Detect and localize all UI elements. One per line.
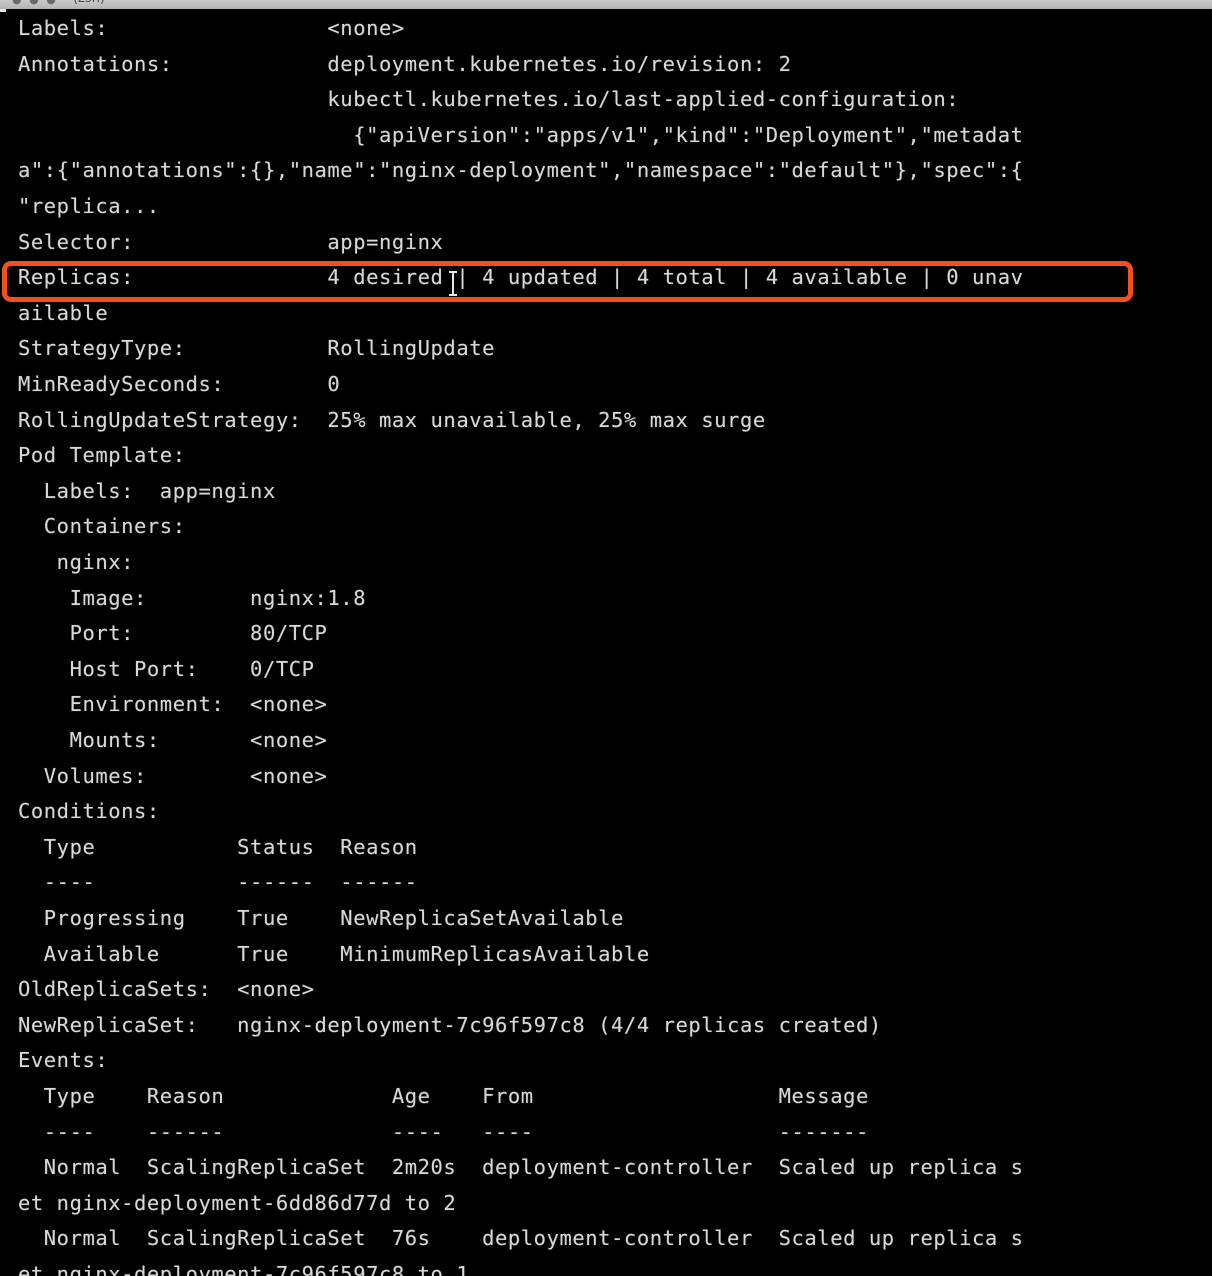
terminal-line: et nginx-deployment-7c96f597c8 to 1 [18, 1262, 470, 1276]
terminal-line: Type Reason Age From Message [18, 1084, 869, 1108]
terminal-line: Labels: <none> [18, 16, 405, 40]
terminal-line: NewReplicaSet: nginx-deployment-7c96f597… [18, 1012, 882, 1037]
terminal-line: {"apiVersion":"apps/v1","kind":"Deployme… [18, 122, 1024, 147]
terminal-line: Image: nginx:1.8 [18, 585, 367, 610]
terminal-line: Mounts: <none> [18, 728, 328, 752]
terminal-line: Port: 80/TCP [18, 621, 328, 646]
window-controls-icon[interactable]: ● ● ● [12, 0, 58, 6]
terminal-line: OldReplicaSets: <none> [18, 977, 315, 1002]
terminal-line: kubectl.kubernetes.io/last-applied-confi… [18, 87, 960, 112]
terminal-line: Containers: [18, 514, 186, 539]
terminal-line: MinReadySeconds: 0 [18, 372, 341, 396]
terminal-line: Environment: <none> [18, 692, 328, 717]
terminal-line: Progressing True NewReplicaSetAvailable [18, 906, 624, 930]
terminal-line: Volumes: <none> [18, 763, 328, 788]
terminal-line: Selector: app=nginx [18, 229, 444, 254]
terminal-line: Pod Template: [18, 443, 186, 468]
terminal-line: Labels: app=nginx [18, 478, 276, 503]
terminal-line: "replica... [18, 194, 160, 218]
terminal-output-area[interactable]: Labels: <none> Annotations: deployment.ku… [0, 12, 1212, 1276]
text-cursor-ibeam [449, 271, 457, 296]
terminal-line: nginx: [18, 550, 135, 574]
terminal-line: RollingUpdateStrategy: 25% max unavailab… [18, 407, 766, 432]
terminal-line: ailable [18, 300, 109, 325]
terminal-line: Annotations: deployment.kubernetes.io/re… [18, 51, 792, 76]
window-title: ~ (zsh) [58, 0, 105, 6]
terminal-line: Type Status Reason [18, 834, 418, 859]
terminal-window: ● ● ● ~ (zsh) Labels: <none> Annotations:… [0, 0, 1212, 1276]
terminal-line: Host Port: 0/TCP [18, 656, 315, 681]
terminal-line: Available True MinimumReplicasAvailable [18, 941, 650, 966]
terminal-line: Normal ScalingReplicaSet 76s deployment-… [18, 1226, 1024, 1251]
window-titlebar[interactable]: ● ● ● ~ (zsh) [0, 0, 1212, 9]
terminal-line: Replicas: 4 desired | 4 updated | 4 tota… [18, 265, 1024, 290]
terminal-line: StrategyType: RollingUpdate [18, 336, 496, 361]
terminal-line: et nginx-deployment-6dd86d77d to 2 [18, 1190, 457, 1215]
terminal-line: ---- ------ ---- ---- ------- [18, 1119, 869, 1144]
terminal-line: Events: [18, 1048, 109, 1073]
terminal-line: a":{"annotations":{},"name":"nginx-deplo… [18, 158, 1024, 183]
terminal-line: Normal ScalingReplicaSet 2m20s deploymen… [18, 1155, 1024, 1180]
terminal-line: Conditions: [18, 799, 160, 824]
terminal-line: ---- ------ ------ [18, 870, 418, 895]
